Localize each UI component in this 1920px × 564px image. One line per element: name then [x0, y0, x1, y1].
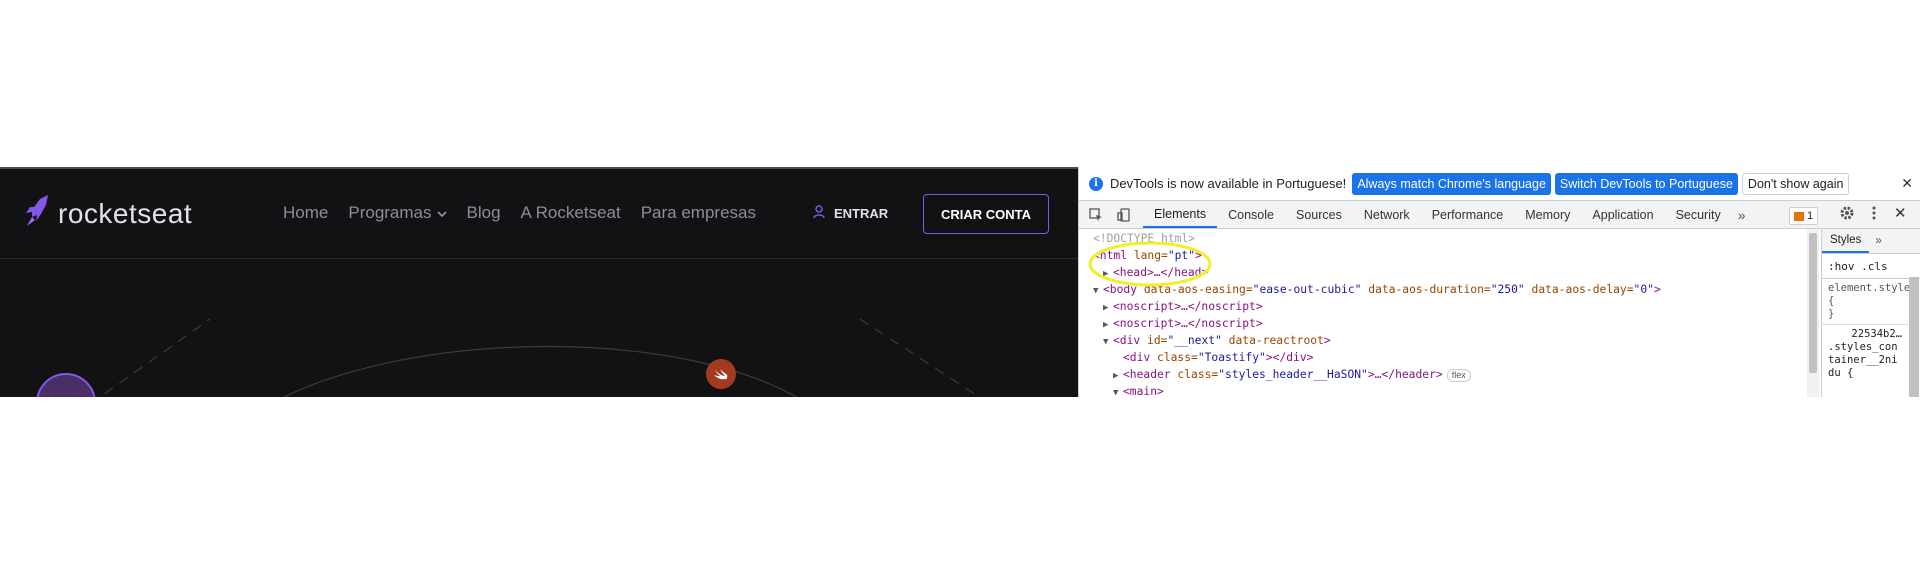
nav-a-rocketseat[interactable]: A Rocketseat — [521, 203, 621, 223]
devtools-tabbar: Elements Console Sources Network Perform… — [1079, 201, 1920, 229]
tab-memory[interactable]: Memory — [1514, 201, 1581, 228]
nav-programas[interactable]: Programas — [348, 203, 447, 223]
tab-elements[interactable]: Elements — [1143, 201, 1218, 228]
swift-icon — [706, 359, 736, 389]
div-val: "__next" — [1167, 334, 1222, 347]
elements-scrollbar[interactable] — [1807, 229, 1819, 397]
signup-button[interactable]: CRIAR CONTA — [923, 194, 1049, 234]
header-close: >…</header> — [1367, 368, 1443, 381]
tab-console[interactable]: Console — [1217, 201, 1285, 228]
div-close: > — [1323, 334, 1331, 347]
tab-performance[interactable]: Performance — [1421, 201, 1515, 228]
toast-tag: <div — [1123, 351, 1151, 364]
logo[interactable]: rocketseat — [24, 193, 192, 234]
header-val: "styles_header__HaSON" — [1218, 368, 1368, 381]
body-close: > — [1653, 283, 1661, 296]
tab-styles[interactable]: Styles — [1822, 229, 1870, 253]
noscript-node: <noscript>…</noscript> — [1113, 317, 1263, 330]
nav-para-empresas[interactable]: Para empresas — [641, 203, 756, 223]
tree-row[interactable]: ▶ <header class="styles_header__HaSON">…<… — [1113, 366, 1471, 383]
info-icon: i — [1089, 176, 1103, 191]
tab-security[interactable]: Security — [1665, 201, 1732, 228]
rule-selector: element.style { — [1828, 282, 1911, 307]
match-language-button[interactable]: Always match Chrome's language — [1352, 172, 1551, 195]
issues-counter[interactable]: 1 — [1789, 207, 1819, 225]
more-panes-icon[interactable]: » — [1875, 235, 1881, 247]
tab-network[interactable]: Network — [1353, 201, 1421, 228]
element-style-rule[interactable]: element.style { } — [1822, 279, 1920, 324]
rocketseat-page: rocketseat Home Programas Blog A Rockets… — [0, 167, 1078, 397]
highlight-ellipse — [1088, 241, 1212, 287]
toast-attr: class= — [1150, 351, 1198, 364]
user-icon — [813, 205, 825, 222]
body-attr: data-aos-delay= — [1524, 283, 1634, 296]
div-attr: id= — [1140, 334, 1168, 347]
div-attr: data-reactroot — [1221, 334, 1324, 347]
infobar-message: DevTools is now available in Portuguese! — [1110, 176, 1347, 191]
close-devtools-icon[interactable]: ✕ — [1894, 204, 1907, 222]
tree-row[interactable]: ▶ <noscript>…</noscript> — [1103, 298, 1263, 315]
issues-count: 1 — [1807, 210, 1814, 222]
rule-selector: .styles_container__2nidu { — [1828, 341, 1898, 379]
chevron-down-icon — [436, 203, 447, 223]
toast-close: ></div> — [1265, 351, 1314, 364]
tree-row[interactable]: ▶ <noscript>…</noscript> — [1103, 315, 1263, 332]
more-tabs-icon[interactable]: » — [1738, 207, 1746, 223]
tab-sources[interactable]: Sources — [1285, 201, 1353, 228]
body-attr: data-aos-duration= — [1361, 283, 1491, 296]
flex-badge[interactable]: flex — [1446, 369, 1471, 382]
tree-row[interactable]: ▼ <main> — [1113, 383, 1164, 397]
toast-val: "Toastify" — [1197, 351, 1266, 364]
gear-icon[interactable] — [1839, 205, 1855, 224]
body-val: "250" — [1490, 283, 1525, 296]
main-nav: Home Programas Blog A Rocketseat Para em… — [283, 203, 776, 223]
more-options-icon[interactable] — [1872, 205, 1876, 224]
header-tag: <header — [1123, 368, 1171, 381]
nav-programas-label: Programas — [348, 203, 432, 222]
login-label: ENTRAR — [834, 206, 889, 221]
issue-flag-icon — [1794, 211, 1804, 221]
main-node: <main> — [1123, 385, 1164, 397]
tree-row[interactable]: <div class="Toastify"></div> — [1123, 349, 1313, 366]
login-link[interactable]: ENTRAR — [813, 205, 888, 222]
styles-pane: Styles » :hov .cls element.style { } 225… — [1821, 229, 1920, 397]
div-tag: <div — [1113, 334, 1141, 347]
screenshot-area: rocketseat Home Programas Blog A Rockets… — [0, 167, 1920, 397]
logo-text: rocketseat — [58, 197, 193, 229]
collapse-arrow-icon[interactable]: ▼ — [1103, 334, 1113, 351]
tree-row[interactable]: ▼ <div id="__next" data-reactroot> — [1103, 332, 1331, 349]
dont-show-again-button[interactable]: Don't show again — [1741, 172, 1850, 195]
devtools-panel: i DevTools is now available in Portugues… — [1078, 167, 1920, 397]
rule-close: } — [1828, 308, 1835, 320]
noscript-node: <noscript>…</noscript> — [1113, 300, 1263, 313]
elements-tree: <!DOCTYPE html> <html lang="pt"> ▶ <head>… — [1079, 229, 1805, 397]
styles-scrollbar[interactable] — [1909, 277, 1919, 397]
styles-header: Styles » — [1822, 229, 1920, 254]
header-attr: class= — [1170, 368, 1219, 381]
nav-home[interactable]: Home — [283, 203, 328, 223]
tab-application[interactable]: Application — [1581, 201, 1664, 228]
rocket-icon — [24, 193, 52, 234]
rule-source: 22534b2… — [1851, 328, 1902, 340]
hero-decoration — [0, 259, 1078, 397]
site-header: rocketseat Home Programas Blog A Rockets… — [0, 169, 1078, 259]
body-val: "0" — [1633, 283, 1654, 296]
scrollbar-thumb[interactable] — [1809, 233, 1817, 373]
language-infobar: i DevTools is now available in Portugues… — [1079, 167, 1920, 201]
container-style-rule[interactable]: 22534b2… .styles_container__2nidu { — [1822, 324, 1908, 383]
nav-blog[interactable]: Blog — [467, 203, 501, 223]
switch-language-button[interactable]: Switch DevTools to Portuguese — [1554, 172, 1738, 195]
styles-filter[interactable]: :hov .cls — [1822, 254, 1920, 279]
inspect-element-icon[interactable] — [1085, 204, 1107, 226]
collapse-arrow-icon[interactable]: ▼ — [1113, 385, 1123, 397]
close-icon[interactable]: ✕ — [1901, 175, 1913, 192]
device-toolbar-icon[interactable] — [1113, 204, 1135, 226]
body-val: "ease-out-cubic" — [1252, 283, 1362, 296]
